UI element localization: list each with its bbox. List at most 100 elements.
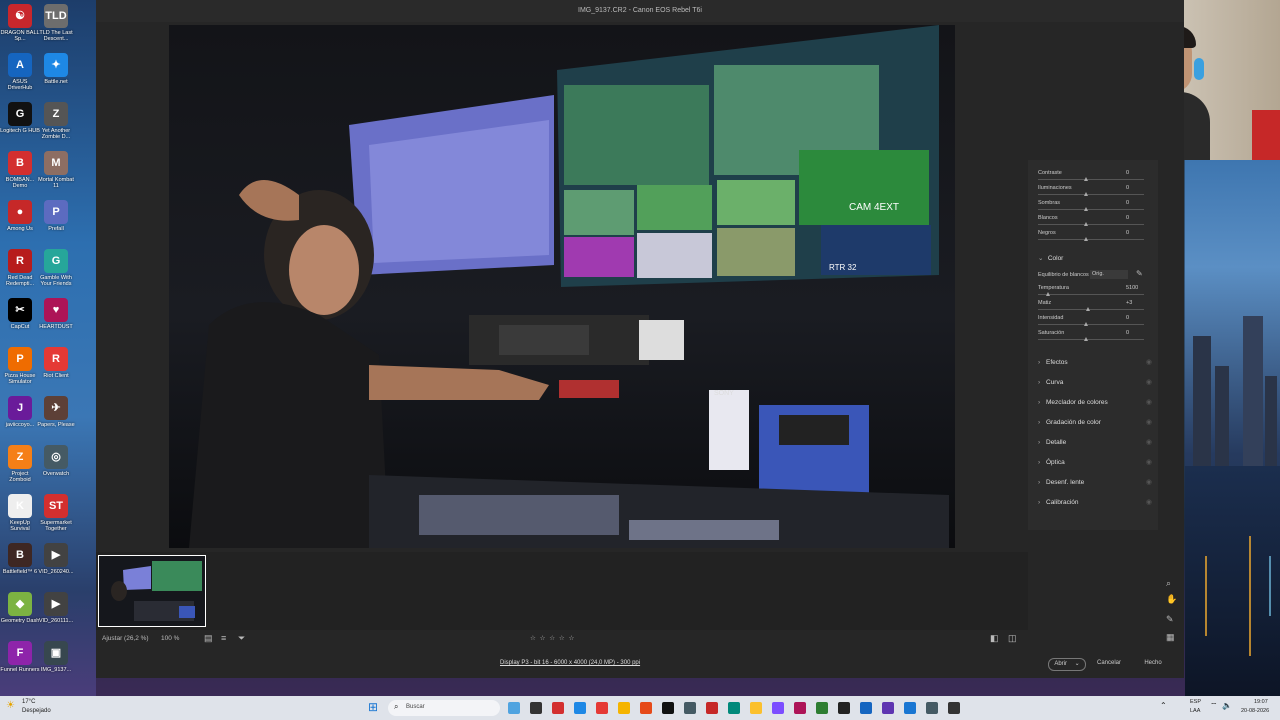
desktop-icon[interactable]: P Pizza House Simulator bbox=[0, 347, 40, 385]
taskbar-app-icon[interactable] bbox=[816, 702, 828, 714]
section-color-header[interactable]: ⌄ Color bbox=[1028, 249, 1158, 269]
slider-track[interactable] bbox=[1038, 309, 1144, 310]
taskbar-app-icon[interactable] bbox=[596, 702, 608, 714]
hand-icon[interactable]: ✋ bbox=[1166, 594, 1177, 605]
slider-track[interactable] bbox=[1038, 339, 1144, 340]
clock-time[interactable]: 19:07 bbox=[1254, 699, 1268, 705]
desktop-icon[interactable]: B BOMBAN... Demo bbox=[0, 151, 40, 189]
slider-track[interactable] bbox=[1038, 324, 1144, 325]
desktop-icon[interactable]: P Prefall bbox=[36, 200, 76, 232]
visibility-icon[interactable]: ◉ bbox=[1146, 493, 1152, 513]
slider-track[interactable] bbox=[1038, 179, 1144, 180]
filmstrip-thumbnail[interactable] bbox=[98, 555, 206, 627]
slider-value[interactable]: 0 bbox=[1126, 185, 1129, 191]
adjustment-slider[interactable]: Negros 0 bbox=[1028, 228, 1158, 243]
taskbar-app-icon[interactable] bbox=[860, 702, 872, 714]
taskbar-app-icon[interactable] bbox=[838, 702, 850, 714]
desktop-icon[interactable]: ✂ CapCut bbox=[0, 298, 40, 330]
visibility-icon[interactable]: ◉ bbox=[1146, 453, 1152, 473]
adjustment-slider[interactable]: Saturación 0 bbox=[1028, 328, 1158, 343]
panel-section[interactable]: › Efectos ◉ bbox=[1028, 353, 1158, 373]
adjustment-slider[interactable]: Contraste 0 bbox=[1028, 168, 1158, 183]
panel-section[interactable]: › Mezclador de colores ◉ bbox=[1028, 393, 1158, 413]
desktop-icon[interactable]: ✈ Papers, Please bbox=[36, 396, 76, 428]
slider-track[interactable] bbox=[1038, 224, 1144, 225]
filter-icon[interactable]: ⏷ bbox=[238, 633, 245, 644]
search-box[interactable]: ⌕ Buscar bbox=[388, 700, 500, 716]
adjustment-slider[interactable]: Matiz +3 bbox=[1028, 298, 1158, 313]
grid-icon[interactable]: ▦ bbox=[1166, 632, 1175, 643]
slider-knob[interactable] bbox=[1084, 337, 1088, 341]
cancel-button[interactable]: Cancelar bbox=[1092, 658, 1126, 669]
slider-track[interactable] bbox=[1038, 294, 1144, 295]
lang-indicator[interactable]: ESP bbox=[1190, 699, 1201, 705]
adjustment-slider[interactable]: Iluminaciones 0 bbox=[1028, 183, 1158, 198]
desktop-icon[interactable]: ● Among Us bbox=[0, 200, 40, 232]
desktop-icon[interactable]: F Funnel Runners bbox=[0, 641, 40, 673]
taskbar-app-icon[interactable] bbox=[508, 702, 520, 714]
taskbar-app-icon[interactable] bbox=[662, 702, 674, 714]
open-button[interactable]: Abrir ⌄ bbox=[1048, 658, 1086, 671]
taskbar-app-icon[interactable] bbox=[728, 702, 740, 714]
slider-value[interactable]: 0 bbox=[1126, 315, 1129, 321]
taskbar-app-icon[interactable] bbox=[684, 702, 696, 714]
desktop-icon[interactable]: Jjaviiccoyo... bbox=[0, 396, 40, 428]
taskbar-app-icon[interactable] bbox=[706, 702, 718, 714]
visibility-icon[interactable]: ◉ bbox=[1146, 433, 1152, 453]
compare-icon[interactable]: ◫ bbox=[1008, 633, 1017, 644]
volume-icon[interactable]: 🔈 bbox=[1222, 701, 1232, 710]
slider-knob[interactable] bbox=[1084, 207, 1088, 211]
desktop-icon[interactable]: ▶ VID_260111... bbox=[36, 592, 76, 624]
desktop-icon[interactable]: Z Yet Another Zombie D... bbox=[36, 102, 76, 140]
desktop-icon[interactable]: ✦ Battle.net bbox=[36, 53, 76, 85]
desktop-icon[interactable]: K KeepUp Survival bbox=[0, 494, 40, 532]
slider-track[interactable] bbox=[1038, 209, 1144, 210]
desktop-icon[interactable]: ♥ HEARTDUST bbox=[36, 298, 76, 330]
zoom-100-button[interactable]: 100 % bbox=[161, 635, 179, 642]
taskbar-app-icon[interactable] bbox=[772, 702, 784, 714]
panel-section[interactable]: › Desenf. lente ◉ bbox=[1028, 473, 1158, 493]
sort-icon[interactable]: ≡ bbox=[221, 633, 226, 643]
desktop-icon[interactable]: Z Project Zomboid bbox=[0, 445, 40, 483]
desktop-icon[interactable]: ▶ VID_260240... bbox=[36, 543, 76, 575]
panel-section[interactable]: › Óptica ◉ bbox=[1028, 453, 1158, 473]
taskbar-app-icon[interactable] bbox=[574, 702, 586, 714]
taskbar-app-icon[interactable] bbox=[948, 702, 960, 714]
adjustment-slider[interactable]: Temperatura 5100 bbox=[1028, 283, 1158, 298]
desktop-icon[interactable]: R Red Dead Redempti... bbox=[0, 249, 40, 287]
taskbar-app-icon[interactable] bbox=[794, 702, 806, 714]
taskbar-app-icon[interactable] bbox=[750, 702, 762, 714]
slider-knob[interactable] bbox=[1084, 192, 1088, 196]
taskbar-app-icon[interactable] bbox=[640, 702, 652, 714]
slider-value[interactable]: 0 bbox=[1126, 330, 1129, 336]
wb-select[interactable]: Orig. bbox=[1090, 270, 1128, 279]
rating-stars[interactable]: ☆ ☆ ☆ ☆ ☆ bbox=[530, 634, 575, 642]
taskbar-app-icon[interactable] bbox=[882, 702, 894, 714]
desktop-icon[interactable]: ▣ IMG_9137... bbox=[36, 641, 76, 673]
slider-knob[interactable] bbox=[1045, 292, 1050, 296]
panel-section[interactable]: › Detalle ◉ bbox=[1028, 433, 1158, 453]
eyedropper-icon[interactable]: ✎ bbox=[1136, 269, 1143, 278]
slider-knob[interactable] bbox=[1085, 307, 1090, 311]
taskbar-app-icon[interactable] bbox=[618, 702, 630, 714]
adjustment-slider[interactable]: Blancos 0 bbox=[1028, 213, 1158, 228]
slider-value[interactable]: 0 bbox=[1126, 215, 1129, 221]
sampler-icon[interactable]: ✎ bbox=[1166, 614, 1174, 625]
visibility-icon[interactable]: ◉ bbox=[1146, 413, 1152, 433]
desktop-icon[interactable]: TLD TLD The Last Descent... bbox=[36, 4, 76, 42]
slider-value[interactable]: +3 bbox=[1126, 300, 1132, 306]
filmstrip-view-icon[interactable]: ▤ bbox=[204, 633, 213, 644]
visibility-icon[interactable]: ◉ bbox=[1146, 393, 1152, 413]
desktop-icon[interactable]: ◆ Geometry Dash bbox=[0, 592, 40, 624]
desktop-icon[interactable]: B Battlefield™ 6 bbox=[0, 543, 40, 575]
network-icon[interactable]: ⌔ bbox=[1210, 701, 1218, 711]
photo-preview[interactable]: CAM 4EXT RTR 32 SONY bbox=[169, 25, 955, 548]
slider-track[interactable] bbox=[1038, 239, 1144, 240]
slider-knob[interactable] bbox=[1084, 222, 1088, 226]
slider-knob[interactable] bbox=[1084, 237, 1088, 241]
visibility-icon[interactable]: ◉ bbox=[1146, 473, 1152, 493]
taskbar-app-icon[interactable] bbox=[926, 702, 938, 714]
desktop-icon[interactable]: G Gamble With Your Friends bbox=[36, 249, 76, 287]
slider-value[interactable]: 0 bbox=[1126, 230, 1129, 236]
workflow-options-link[interactable]: Display P3 - bit 16 - 6000 x 4000 (24,0 … bbox=[500, 660, 640, 666]
